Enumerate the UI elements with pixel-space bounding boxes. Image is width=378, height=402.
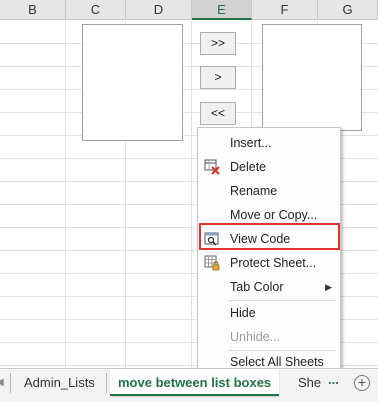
source-list-box[interactable] — [82, 24, 183, 141]
menu-item-label: Unhide... — [230, 330, 281, 344]
menu-item-protect-sheet[interactable]: Protect Sheet... — [198, 251, 340, 275]
tab-nav-prev-icon[interactable]: ◀ — [0, 372, 4, 394]
more-sheets-icon[interactable]: ... — [328, 372, 339, 387]
menu-item-insert[interactable]: Insert... — [198, 131, 340, 155]
sheet-tab-bar: ◀ Admin_Lists move between list boxes Sh… — [0, 368, 378, 402]
protect-sheet-icon — [204, 255, 220, 271]
add-sheet-button[interactable]: + — [354, 375, 370, 391]
column-header-row: B C D E F G — [0, 0, 378, 20]
column-header-c[interactable]: C — [66, 0, 126, 20]
move-all-button[interactable]: >> — [200, 32, 236, 55]
sheet-tab-move-between-list-boxes[interactable]: move between list boxes — [110, 369, 280, 396]
submenu-arrow-icon: ▶ — [325, 282, 332, 292]
menu-item-hide[interactable]: Hide — [198, 301, 340, 325]
menu-item-unhide: Unhide... — [198, 325, 340, 349]
sheet-tab-context-menu: Insert... Delete Rename Move or Copy... — [197, 127, 341, 374]
target-list-box[interactable] — [262, 24, 362, 131]
menu-item-rename[interactable]: Rename — [198, 179, 340, 203]
sheet-tab-admin-lists[interactable]: Admin_Lists — [24, 372, 95, 394]
sheet-tab-she[interactable]: She — [298, 372, 321, 394]
move-back-all-button[interactable]: << — [200, 102, 236, 125]
menu-item-label: Rename — [230, 184, 278, 198]
menu-item-tab-color[interactable]: Tab Color ▶ — [198, 275, 340, 299]
column-header-g[interactable]: G — [318, 0, 378, 20]
view-code-highlight-box — [199, 223, 340, 250]
menu-item-label: Insert... — [230, 136, 272, 150]
column-header-b[interactable]: B — [0, 0, 66, 20]
menu-item-label: Delete — [230, 160, 267, 174]
column-header-d[interactable]: D — [126, 0, 192, 20]
column-header-f[interactable]: F — [252, 0, 318, 20]
column-header-e[interactable]: E — [192, 0, 252, 20]
menu-item-label: Hide — [230, 306, 256, 320]
move-one-button[interactable]: > — [200, 66, 236, 89]
menu-item-delete[interactable]: Delete — [198, 155, 340, 179]
menu-item-label: Tab Color — [230, 280, 284, 294]
delete-sheet-icon — [204, 159, 220, 175]
menu-item-label: Protect Sheet... — [230, 256, 317, 270]
